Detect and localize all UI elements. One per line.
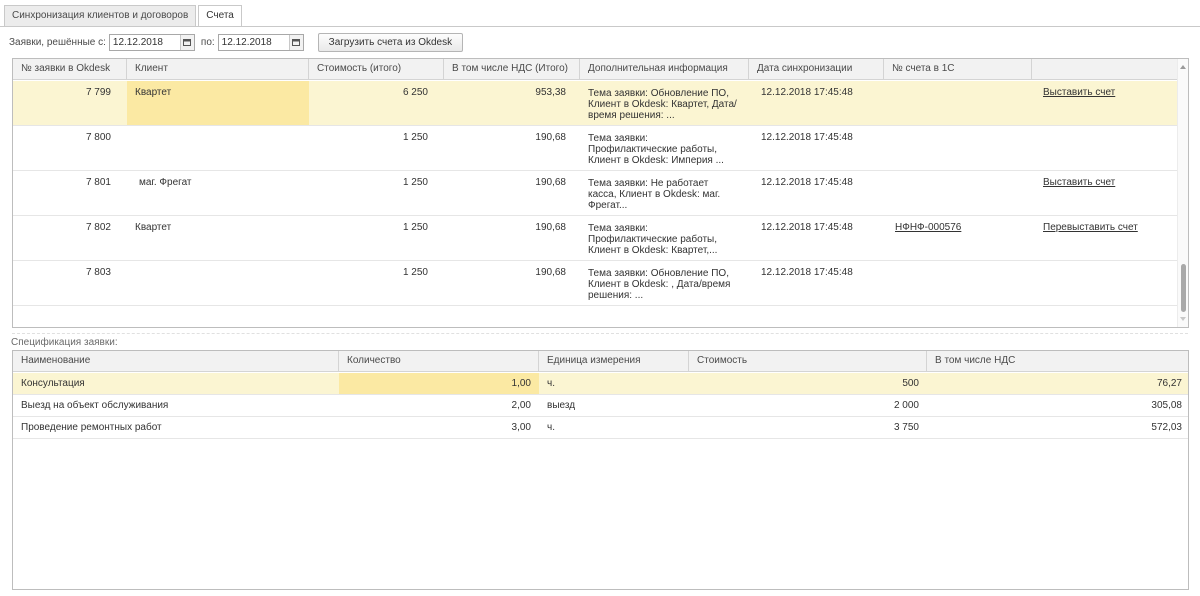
spec-section-label: Спецификация заявки: [11, 337, 118, 348]
table-row[interactable]: 7 802 Квартет 1 250 190,68 Тема заявки: … [13, 216, 1179, 261]
tab-divider [0, 26, 1200, 27]
item-quantity[interactable]: 1,00 [339, 373, 539, 394]
reissue-invoice-link[interactable]: Перевыставить счет [1035, 222, 1182, 233]
table-row[interactable]: 7 803 1 250 190,68 Тема заявки: Обновлен… [13, 261, 1179, 306]
additional-info: Тема заявки: Обновление ПО, Клиент в Okd… [588, 268, 731, 301]
calendar-icon[interactable] [179, 34, 194, 50]
table-row[interactable]: 7 801 маг. Фрегат 1 250 190,68 Тема заяв… [13, 171, 1179, 216]
issue-invoice-link[interactable]: Выставить счет [1035, 87, 1182, 98]
vat-total: 190,68 [535, 132, 566, 143]
additional-info: Тема заявки: Не работает касса, Клиент в… [588, 178, 721, 211]
item-name: Консультация [21, 378, 85, 389]
sync-date: 12.12.2018 17:45:48 [761, 177, 853, 188]
issue-invoice-link[interactable]: Выставить счет [1035, 177, 1182, 188]
column-header-vat-total[interactable]: В том числе НДС (Итого) [444, 59, 580, 80]
from-date-input[interactable] [109, 34, 180, 50]
table-row[interactable]: Консультация 1,00 ч. 500 76,27 [13, 373, 1188, 395]
sync-date: 12.12.2018 17:45:48 [761, 222, 853, 233]
item-quantity: 2,00 [511, 400, 531, 411]
column-header-unit[interactable]: Единица измерения [539, 351, 689, 372]
invoices-table: № заявки в Okdesk Клиент Стоимость (итог… [12, 58, 1189, 328]
item-unit: выезд [547, 400, 576, 411]
cost-total: 1 250 [402, 222, 428, 233]
item-vat: 305,08 [1151, 400, 1182, 411]
scroll-down-icon[interactable] [1180, 317, 1186, 321]
to-date-field[interactable] [217, 33, 304, 51]
client-name: маг. Фрегат [139, 177, 192, 188]
okdesk-id: 7 802 [85, 222, 111, 233]
okdesk-id: 7 799 [85, 87, 111, 98]
column-header-quantity[interactable]: Количество [339, 351, 539, 372]
item-name: Проведение ремонтных работ [21, 422, 162, 433]
item-quantity: 3,00 [511, 422, 531, 433]
cost-total: 6 250 [402, 87, 428, 98]
item-unit: ч. [547, 378, 555, 389]
cost-total: 1 250 [402, 267, 428, 278]
item-cost: 2 000 [893, 400, 919, 411]
cost-total: 1 250 [402, 177, 428, 188]
vat-total: 953,38 [535, 87, 566, 98]
item-cost: 500 [902, 378, 919, 389]
cost-total: 1 250 [402, 132, 428, 143]
client-name: Квартет [135, 87, 172, 98]
scroll-up-icon[interactable] [1180, 65, 1186, 69]
table-row[interactable]: 7 800 1 250 190,68 Тема заявки: Профилак… [13, 126, 1179, 171]
invoice-1c-link[interactable]: НФНФ-000576 [887, 222, 1035, 233]
okdesk-id: 7 801 [85, 177, 111, 188]
sync-date: 12.12.2018 17:45:48 [761, 132, 853, 143]
tab-bar: Синхронизация клиентов и договоров Счета [4, 5, 244, 27]
additional-info: Тема заявки: Обновление ПО, Клиент в Okd… [588, 88, 737, 121]
additional-info: Тема заявки: Профилактические работы, Кл… [588, 223, 718, 256]
spec-table: Наименование Количество Единица измерени… [12, 350, 1189, 590]
column-header-vat[interactable]: В том числе НДС [927, 351, 1188, 372]
to-date-label: по: [200, 36, 215, 48]
sync-date: 12.12.2018 17:45:48 [761, 87, 853, 98]
tab-sync-clients[interactable]: Синхронизация клиентов и договоров [4, 5, 197, 26]
item-cost: 3 750 [893, 422, 919, 433]
invoices-table-header: № заявки в Okdesk Клиент Стоимость (итог… [13, 59, 1179, 80]
from-date-field[interactable] [108, 33, 195, 51]
vat-total: 190,68 [535, 177, 566, 188]
item-vat: 572,03 [1151, 422, 1182, 433]
client-cell[interactable]: Квартет [127, 81, 309, 125]
table-row[interactable]: Проведение ремонтных работ 3,00 ч. 3 750… [13, 417, 1188, 439]
vertical-scrollbar[interactable] [1177, 59, 1188, 327]
section-divider [12, 333, 1188, 334]
okdesk-id: 7 800 [85, 132, 111, 143]
client-name: Квартет [135, 222, 172, 233]
column-header-cost[interactable]: Стоимость [689, 351, 927, 372]
vat-total: 190,68 [535, 222, 566, 233]
column-header-name[interactable]: Наименование [13, 351, 339, 372]
column-header-additional-info[interactable]: Дополнительная информация [580, 59, 749, 80]
column-header-sync-date[interactable]: Дата синхронизации [749, 59, 884, 80]
column-header-client[interactable]: Клиент [127, 59, 309, 80]
additional-info: Тема заявки: Профилактические работы, Кл… [588, 133, 724, 166]
item-name: Выезд на объект обслуживания [21, 400, 169, 411]
table-row[interactable]: 7 799 Квартет 6 250 953,38 Тема заявки: … [13, 81, 1179, 126]
tab-invoices[interactable]: Счета [198, 5, 242, 27]
column-header-okdesk-id[interactable]: № заявки в Okdesk [13, 59, 127, 80]
scrollbar-thumb[interactable] [1181, 264, 1186, 312]
item-unit: ч. [547, 422, 555, 433]
to-date-input[interactable] [218, 34, 289, 50]
from-date-label: Заявки, решённые с: [9, 36, 106, 48]
column-header-action[interactable] [1032, 59, 1179, 80]
filter-bar: Заявки, решённые с: по: Загрузить счета … [9, 32, 464, 52]
table-row[interactable]: Выезд на объект обслуживания 2,00 выезд … [13, 395, 1188, 417]
load-invoices-button[interactable]: Загрузить счета из Okdesk [317, 32, 464, 52]
column-header-cost-total[interactable]: Стоимость (итого) [309, 59, 444, 80]
sync-date: 12.12.2018 17:45:48 [761, 267, 853, 278]
calendar-icon[interactable] [288, 34, 303, 50]
item-vat: 76,27 [1156, 378, 1182, 389]
column-header-1c-invoice[interactable]: № счета в 1С [884, 59, 1032, 80]
okdesk-id: 7 803 [85, 267, 111, 278]
vat-total: 190,68 [535, 267, 566, 278]
spec-table-header: Наименование Количество Единица измерени… [13, 351, 1188, 372]
